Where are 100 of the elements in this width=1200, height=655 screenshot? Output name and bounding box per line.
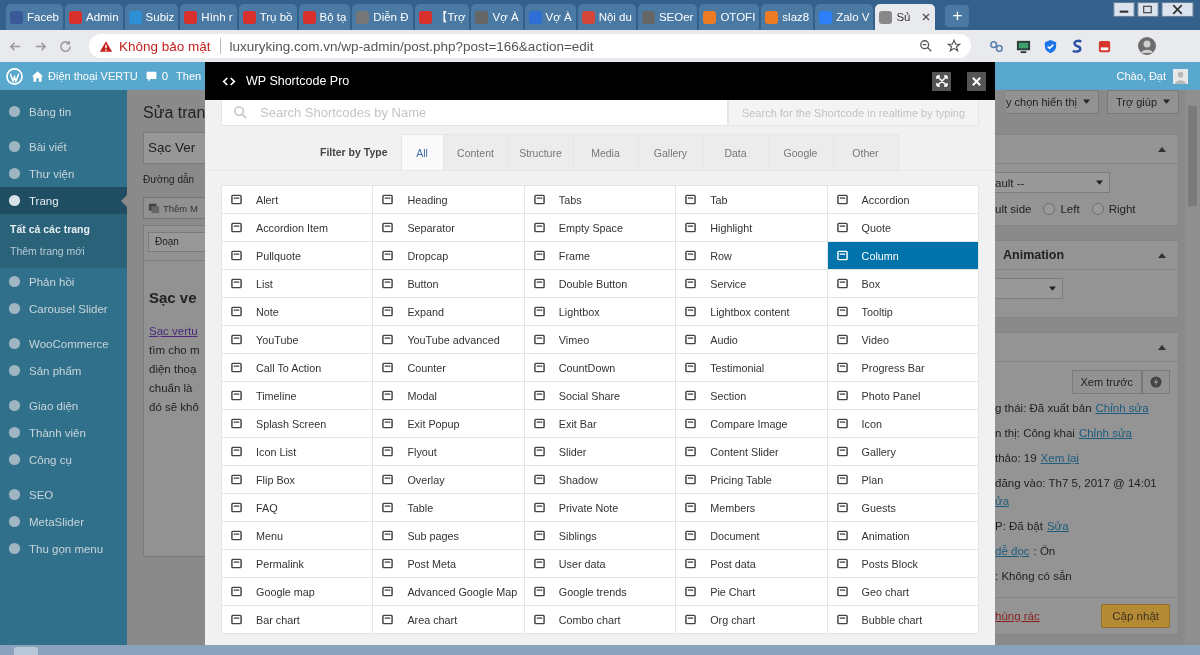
minimize-icon[interactable] <box>1113 2 1135 17</box>
shortcode-item[interactable]: Accordion <box>827 186 979 214</box>
shortcode-item[interactable]: Tooltip <box>827 298 979 326</box>
shortcode-item[interactable]: Lightbox content <box>676 298 828 326</box>
radio-option[interactable]: Left <box>1043 203 1080 215</box>
sidebar-item[interactable]: Trang <box>0 187 127 214</box>
shortcode-item[interactable]: Private Note <box>524 494 677 522</box>
browser-tab[interactable]: Zalo V <box>815 4 874 30</box>
browser-tab[interactable]: Trụ bồ <box>238 4 297 30</box>
filter-tab[interactable]: Content <box>442 134 509 170</box>
shortcode-item[interactable]: Post data <box>676 550 828 578</box>
shortcode-item[interactable]: Post Meta <box>373 550 525 578</box>
screen-options-button[interactable]: y chọn hiển thị <box>1006 90 1099 114</box>
browser-tab[interactable]: Vợ À <box>471 4 523 30</box>
close-button[interactable] <box>967 71 986 91</box>
shortcode-item[interactable]: Button <box>373 270 525 298</box>
shortcode-item[interactable]: Dropcap <box>373 242 525 270</box>
content-link[interactable]: Sạc vertu <box>149 322 205 341</box>
shortcode-item[interactable]: Flyout <box>373 438 525 466</box>
shortcode-item[interactable]: Tabs <box>524 186 677 214</box>
shortcode-item[interactable]: Audio <box>676 326 828 354</box>
browser-tab[interactable]: Sủ <box>875 4 936 30</box>
shortcode-item[interactable]: Alert <box>222 186 374 214</box>
shortcode-item[interactable]: Highlight <box>676 214 828 242</box>
submenu-item[interactable]: Tất cả các trang <box>0 218 127 240</box>
browser-tab[interactable]: Admin <box>64 4 123 30</box>
shortcode-item[interactable]: Google trends <box>524 578 677 606</box>
filter-tab[interactable]: All <box>400 134 444 170</box>
comment-icon[interactable] <box>144 69 158 83</box>
zoom-out-icon[interactable] <box>919 39 933 53</box>
shortcode-item[interactable]: Expand <box>373 298 525 326</box>
layout-select[interactable]: ault -- <box>995 172 1110 193</box>
preview-button[interactable]: Xem trước <box>1071 370 1142 394</box>
shortcode-item[interactable]: Call To Action <box>222 354 374 382</box>
shortcode-item[interactable]: Progress Bar <box>827 354 979 382</box>
address-bar[interactable]: Không bảo mật luxuryking.com.vn/wp-admin/post.php?post=166&action=edit <box>89 34 971 58</box>
shortcode-item[interactable]: Double Button <box>524 270 677 298</box>
shortcode-item[interactable]: Tab <box>676 186 828 214</box>
shortcode-item[interactable]: Combo chart <box>524 606 677 634</box>
shortcode-item[interactable]: Splash Screen <box>222 410 374 438</box>
sidebar-item[interactable]: WooCommerce <box>0 330 127 357</box>
filter-tab[interactable]: Other <box>832 134 899 170</box>
shortcode-item[interactable]: Empty Space <box>524 214 677 242</box>
new-tab-button[interactable]: + <box>945 5 970 27</box>
shortcode-item[interactable]: Google map <box>222 578 374 606</box>
shortcode-item[interactable]: Menu <box>222 522 374 550</box>
sidebar-item[interactable]: Thu gọn menu <box>0 535 127 562</box>
sidebar-item[interactable]: SEO <box>0 481 127 508</box>
shortcode-item[interactable]: CountDown <box>524 354 677 382</box>
shortcode-item[interactable]: Permalink <box>222 550 374 578</box>
filter-tab[interactable]: Google <box>767 134 834 170</box>
fullscreen-button[interactable] <box>932 71 951 91</box>
shortcode-item[interactable]: Counter <box>373 354 525 382</box>
format-select[interactable]: Đoạn <box>148 232 205 252</box>
start-button[interactable] <box>14 647 38 655</box>
close-icon[interactable] <box>921 12 932 22</box>
sidebar-item[interactable]: Bài viết <box>0 133 127 160</box>
shortcode-item[interactable]: YouTube <box>222 326 374 354</box>
collapse-icon[interactable] <box>1158 146 1166 152</box>
shortcode-item[interactable]: Org chart <box>676 606 828 634</box>
reload-icon[interactable] <box>58 38 73 54</box>
shortcode-item[interactable]: Pricing Table <box>676 466 828 494</box>
shortcode-item[interactable]: Gallery <box>827 438 979 466</box>
shortcode-item[interactable]: Geo chart <box>827 578 979 606</box>
shortcode-item[interactable]: Pullquote <box>222 242 374 270</box>
shortcode-item[interactable]: Heading <box>373 186 525 214</box>
sidebar-item[interactable]: Công cụ <box>0 446 127 473</box>
sidebar-item[interactable]: Bảng tin <box>0 98 127 125</box>
shortcode-item[interactable]: Row <box>676 242 828 270</box>
shortcode-item[interactable]: Social Share <box>524 382 677 410</box>
collapse-icon[interactable] <box>1158 252 1166 258</box>
shortcode-item[interactable]: Bubble chart <box>827 606 979 634</box>
sidebar-item[interactable]: Thành viên <box>0 419 127 446</box>
shield-check-icon[interactable] <box>1043 38 1058 54</box>
shortcode-item[interactable]: Section <box>676 382 828 410</box>
shortcode-item[interactable]: YouTube advanced <box>373 326 525 354</box>
shortcode-item[interactable]: Frame <box>524 242 677 270</box>
update-button[interactable]: Cập nhật <box>1101 604 1170 628</box>
shortcode-item[interactable]: Separator <box>373 214 525 242</box>
shortcode-item[interactable]: Pie Chart <box>676 578 828 606</box>
wordpress-logo-icon[interactable] <box>6 67 23 85</box>
add-media-button[interactable]: Thêm M <box>143 197 205 219</box>
browser-tab[interactable]: 【Trợ <box>414 4 470 30</box>
shortcode-item[interactable]: Area chart <box>373 606 525 634</box>
star-icon[interactable] <box>947 39 961 53</box>
shortcode-item[interactable]: Guests <box>827 494 979 522</box>
shortcode-item[interactable]: Bar chart <box>222 606 374 634</box>
shortcode-item[interactable]: Compare Image <box>676 410 828 438</box>
browser-tab[interactable]: Diễn Đ <box>352 4 413 30</box>
filter-tab[interactable]: Media <box>572 134 639 170</box>
radio-option[interactable]: Right <box>1091 203 1136 215</box>
browser-tab[interactable]: Bộ tạ <box>298 4 351 30</box>
shortcode-item[interactable]: Testimonial <box>676 354 828 382</box>
shortcode-item[interactable]: User data <box>524 550 677 578</box>
submenu-item[interactable]: Thêm trang mới <box>0 240 127 262</box>
shortcode-item[interactable]: Timeline <box>222 382 374 410</box>
sidebar-item[interactable]: MetaSlider <box>0 508 127 535</box>
shortcode-item[interactable]: Animation <box>827 522 979 550</box>
shortcode-item[interactable]: FAQ <box>222 494 374 522</box>
shortcode-item[interactable]: Service <box>676 270 828 298</box>
